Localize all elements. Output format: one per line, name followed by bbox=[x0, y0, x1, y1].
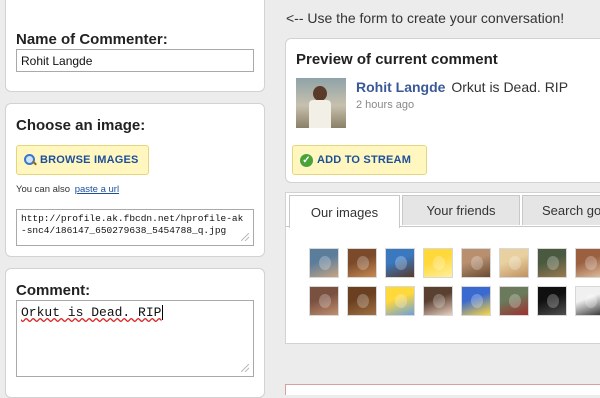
thumb-chewbacca[interactable] bbox=[347, 286, 377, 316]
comment-label: Comment: bbox=[16, 282, 91, 299]
comment-field[interactable]: Orkut is Dead. RIP bbox=[16, 300, 254, 377]
thumb-han-solo[interactable] bbox=[537, 248, 567, 278]
comment-resize-grip[interactable] bbox=[241, 364, 249, 372]
tab-search-label: Search go bbox=[542, 203, 600, 218]
preview-timestamp: 2 hours ago bbox=[356, 99, 415, 111]
thumb-stormtrooper[interactable] bbox=[575, 286, 600, 316]
thumb-actor[interactable] bbox=[461, 248, 491, 278]
thumb-host[interactable] bbox=[575, 248, 600, 278]
preview-avatar bbox=[296, 78, 346, 128]
thumb-darth-vader[interactable] bbox=[537, 286, 567, 316]
resize-grip[interactable] bbox=[241, 233, 249, 241]
add-to-stream-label: ADD TO STREAM bbox=[317, 154, 412, 166]
tab-our-images[interactable]: Our images bbox=[289, 195, 400, 228]
comment-value: Orkut is Dead. RIP bbox=[21, 305, 162, 320]
search-icon bbox=[24, 154, 37, 166]
browse-images-button[interactable]: BROWSE IMAGES bbox=[16, 145, 149, 175]
thumb-golfer[interactable] bbox=[309, 248, 339, 278]
paste-url-prefix: You can also bbox=[16, 184, 71, 195]
tab-your-friends-label: Your friends bbox=[426, 203, 496, 218]
thumb-dog-scene[interactable] bbox=[347, 248, 377, 278]
browse-images-label: BROWSE IMAGES bbox=[40, 154, 139, 166]
preview-author-link[interactable]: Rohit Langde bbox=[356, 79, 445, 95]
paste-url-link[interactable]: paste a url bbox=[75, 184, 119, 195]
paste-url-hint: You can also paste a url bbox=[16, 184, 119, 195]
thumb-politician[interactable] bbox=[385, 248, 415, 278]
tab-your-friends[interactable]: Your friends bbox=[402, 195, 520, 225]
thumb-boba-fett[interactable] bbox=[499, 286, 529, 316]
image-url-field[interactable]: http://profile.ak.fbcdn.net/hprofile-ak-… bbox=[16, 209, 254, 246]
thumb-bart[interactable] bbox=[385, 286, 415, 316]
thumb-blonde[interactable] bbox=[499, 248, 529, 278]
image-chooser-label: Choose an image: bbox=[16, 117, 146, 134]
tab-our-images-label: Our images bbox=[310, 204, 379, 220]
thumb-homer[interactable] bbox=[423, 248, 453, 278]
image-url-value: http://profile.ak.fbcdn.net/hprofile-ak-… bbox=[21, 213, 244, 236]
thumb-leia[interactable] bbox=[423, 286, 453, 316]
commenter-label: Name of Commenter: bbox=[16, 31, 168, 48]
preview-title: Preview of current comment bbox=[296, 51, 498, 68]
instruction-text: <-- Use the form to create your conversa… bbox=[286, 10, 565, 26]
preview-comment-line: Rohit Langde Orkut is Dead. RIP bbox=[356, 79, 568, 95]
preview-comment-text: Orkut is Dead. RIP bbox=[451, 79, 569, 95]
tab-search[interactable]: Search go bbox=[522, 195, 600, 225]
thumb-woman[interactable] bbox=[309, 286, 339, 316]
thumb-marge[interactable] bbox=[461, 286, 491, 316]
check-circle-icon: ✓ bbox=[300, 153, 313, 167]
commenter-name-field[interactable] bbox=[16, 49, 254, 72]
add-to-stream-button[interactable]: ✓ ADD TO STREAM bbox=[292, 145, 427, 175]
